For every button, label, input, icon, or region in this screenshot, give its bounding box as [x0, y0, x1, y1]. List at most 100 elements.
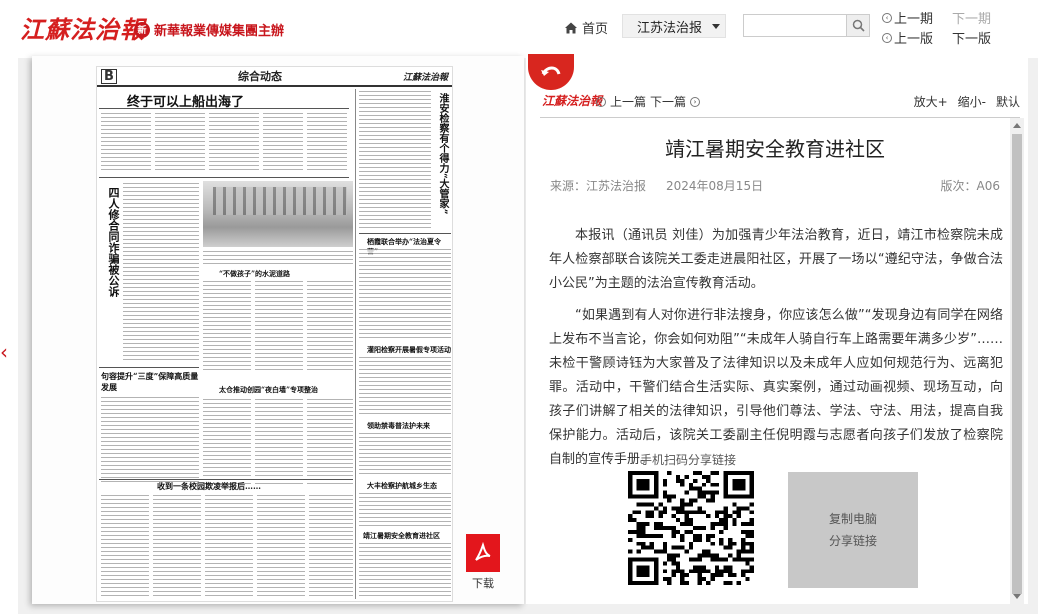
text-block	[307, 399, 353, 485]
text-block	[101, 113, 151, 173]
pdf-icon	[466, 534, 500, 572]
text-block	[359, 91, 431, 231]
news-photo[interactable]	[203, 181, 353, 247]
prev-article-link[interactable]: 上一篇	[610, 93, 646, 110]
copy-link-line2: 分享链接	[828, 534, 877, 548]
page-letter: B	[101, 68, 117, 84]
prev-circle-icon: ‹	[596, 96, 606, 107]
home-icon	[565, 22, 577, 33]
text-block	[123, 183, 199, 363]
divider	[99, 479, 353, 480]
text-block	[309, 495, 353, 599]
next-article-link[interactable]: 下一篇	[650, 93, 686, 110]
prev-page-label: 上一版	[894, 32, 934, 47]
edition-select[interactable]: 江苏法治报	[622, 14, 726, 38]
next-circle-icon: ›	[690, 96, 701, 107]
scroll-up-icon[interactable]	[1013, 123, 1021, 128]
text-block	[209, 113, 259, 173]
scrollbar-thumb[interactable]	[1012, 134, 1022, 594]
article-source: 来源：江苏法治报	[550, 179, 647, 193]
np-headline[interactable]: 大丰检察护航城乡生态	[367, 481, 437, 491]
np-headline[interactable]: 句容提升“三度”保障高质量发展	[101, 371, 199, 393]
np-headline[interactable]: 四人修合同诈骗被公诉	[105, 187, 121, 297]
copy-link-button[interactable]: 复制电脑 分享链接	[788, 472, 918, 588]
text-block	[307, 281, 353, 371]
qr-code	[628, 471, 754, 585]
newspaper-page[interactable]: B 综合动态 江蘇法治報 终于可以上船出海了 四人修合同诈骗被公诉 “不做孩子”…	[96, 66, 453, 602]
article-scrollbar[interactable]	[1010, 118, 1024, 604]
text-block	[359, 357, 451, 417]
zoom-in-button[interactable]: 放大+	[914, 93, 948, 110]
search-icon	[852, 19, 865, 32]
top-bar: 江蘇法治報 新 新華報業傳媒集團主辦 首页 江苏法治报 ‹ 上一期 下一期 ‹ …	[0, 0, 1038, 52]
edition-select-value: 江苏法治报	[637, 20, 703, 36]
site-logo[interactable]: 江蘇法治報	[20, 10, 145, 45]
share-label: 手机扫码分享链接	[640, 453, 737, 467]
prev-page-arrow-icon[interactable]: ‹	[0, 340, 10, 364]
article-toolbar: 江蘇法治報 ‹ 上一篇 下一篇 › 放大+ 缩小- 默认	[540, 92, 1020, 112]
prev-circle-icon: ‹	[882, 32, 892, 43]
zoom-controls: 放大+ 缩小- 默认	[914, 93, 1020, 110]
group-logo: 新 新華報業傳媒集團主辦	[134, 20, 284, 39]
newspaper-page-header: B 综合动态 江蘇法治報	[97, 67, 452, 87]
np-headline[interactable]: 灌阳检察开展暑假专项活动	[367, 345, 451, 355]
text-block	[101, 495, 149, 599]
text-block	[307, 113, 347, 173]
toolbar-divider	[540, 117, 1020, 118]
article-paragraph: “如果遇到有人对你进行非法搜身，你应该怎么做”“发现身边有同学在网络上发布不当言…	[549, 308, 1003, 467]
prev-page-link[interactable]: ‹ 上一版	[882, 28, 933, 47]
text-block	[255, 281, 303, 371]
home-label: 首页	[582, 22, 609, 37]
divider	[99, 108, 349, 109]
next-page-label: 下一版	[952, 32, 992, 47]
text-block	[257, 495, 305, 599]
text-block	[263, 113, 303, 173]
article-title: 靖江暑期安全教育进社区	[665, 137, 885, 161]
text-block	[155, 113, 205, 173]
np-headline[interactable]: 靖江暑期安全教育进社区	[363, 531, 440, 541]
next-issue-label: 下一期	[952, 12, 992, 27]
next-issue-link[interactable]: 下一期	[952, 8, 991, 27]
divider	[99, 177, 349, 178]
scroll-down-icon[interactable]	[1013, 594, 1021, 599]
next-page-link[interactable]: 下一版	[952, 28, 991, 47]
group-logo-text: 新華報業傳媒集團主辦	[154, 24, 285, 39]
text-block	[205, 495, 253, 599]
column-divider	[355, 89, 356, 599]
text-block	[101, 397, 199, 485]
zoom-default-button[interactable]: 默认	[996, 93, 1020, 110]
np-headline[interactable]: 淮安检察有个得力“大管家”	[435, 93, 450, 215]
text-block	[255, 399, 303, 485]
text-block	[359, 249, 451, 341]
copy-link-line1: 复制电脑	[828, 512, 877, 526]
text-block	[153, 495, 201, 599]
pdf-download-button[interactable]: 下载	[463, 534, 503, 594]
divider	[359, 233, 451, 234]
search-input[interactable]	[743, 14, 847, 37]
np-headline[interactable]: 领助禁毒普法护未来	[367, 421, 430, 431]
zoom-out-button[interactable]: 缩小-	[958, 93, 986, 110]
article-nav: ‹ 上一篇 下一篇 ›	[596, 93, 701, 110]
prev-issue-link[interactable]: ‹ 上一期	[882, 8, 933, 27]
text-block	[359, 543, 451, 599]
prev-issue-label: 上一期	[894, 12, 934, 27]
article-paragraph: 本报讯（通讯员 刘佳）为加强青少年法治教育，近日，靖江市检察院未成年人检察部联合…	[549, 228, 1003, 291]
np-headline[interactable]: “不做孩子”的水泥道路	[219, 269, 290, 279]
text-block	[203, 281, 251, 371]
search-button[interactable]	[847, 14, 870, 37]
article-date: 2024年08月15日	[666, 179, 764, 193]
text-block	[203, 399, 251, 485]
download-label: 下载	[472, 577, 494, 590]
article-logo: 江蘇法治報	[542, 94, 603, 108]
home-link[interactable]: 首页	[564, 18, 608, 37]
np-headline[interactable]: 收到一条校园欺凌举报后……	[157, 481, 261, 492]
article-edition: 版次：A06	[940, 179, 1000, 193]
back-arrow-icon	[541, 66, 561, 76]
masthead: 江蘇法治報	[402, 72, 448, 83]
np-headline[interactable]: 太仓推动创园“夜白墙”专项整治	[219, 385, 318, 395]
group-mark-icon: 新	[134, 21, 150, 38]
prev-circle-icon: ‹	[882, 12, 892, 23]
section-title: 综合动态	[237, 70, 282, 83]
text-block	[359, 493, 451, 527]
article-body: 本报讯（通讯员 刘佳）为加强青少年法治教育，近日，靖江市检察院未成年人检察部联合…	[549, 224, 1003, 480]
